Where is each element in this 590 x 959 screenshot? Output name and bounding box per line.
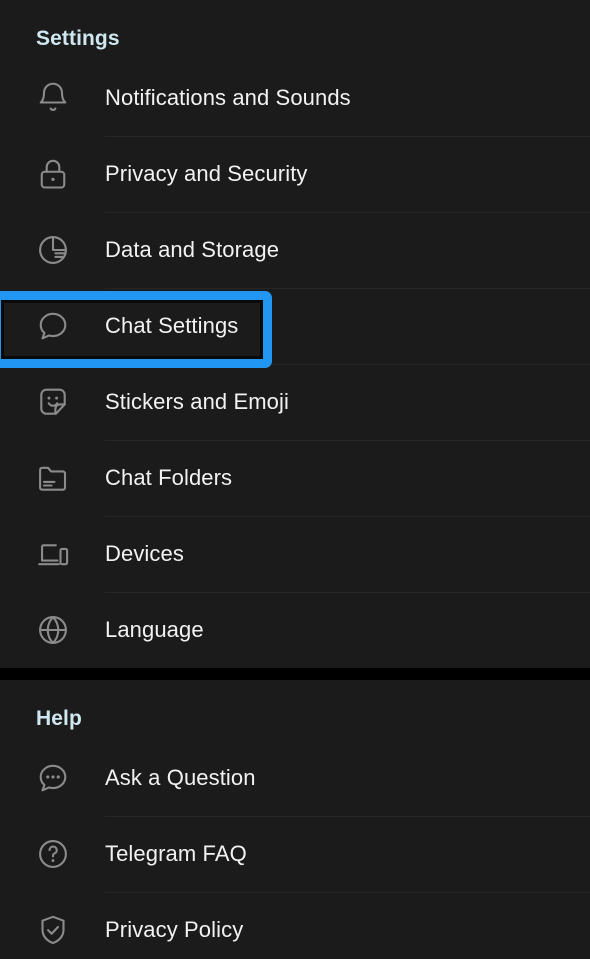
help-item-privacy-policy[interactable]: Privacy Policy <box>0 892 590 959</box>
settings-item-chat-settings[interactable]: Chat Settings <box>0 288 590 364</box>
row-divider <box>105 212 590 213</box>
settings-section: Settings Notifications and Sounds Privac… <box>0 0 590 668</box>
settings-item-devices[interactable]: Devices <box>0 516 590 592</box>
row-divider <box>105 516 590 517</box>
settings-item-notifications-and-sounds[interactable]: Notifications and Sounds <box>0 60 590 136</box>
settings-item-label: Language <box>105 617 204 642</box>
help-item-ask-a-question[interactable]: Ask a Question <box>0 740 590 816</box>
help-item-label: Ask a Question <box>105 765 256 790</box>
section-header-label: Settings <box>36 27 120 50</box>
help-item-telegram-faq[interactable]: Telegram FAQ <box>0 816 590 892</box>
pie-chart-icon <box>0 232 105 268</box>
row-divider <box>105 364 590 365</box>
top-spacer <box>0 0 590 18</box>
globe-icon <box>0 612 105 648</box>
row-divider <box>105 816 590 817</box>
settings-item-data-and-storage[interactable]: Data and Storage <box>0 212 590 288</box>
settings-item-stickers-and-emoji[interactable]: Stickers and Emoji <box>0 364 590 440</box>
shield-check-icon <box>0 912 105 948</box>
devices-icon <box>0 536 105 572</box>
chat-bubble-icon <box>0 308 105 344</box>
settings-item-language[interactable]: Language <box>0 592 590 668</box>
folder-icon <box>0 460 105 496</box>
settings-item-label: Data and Storage <box>105 237 280 262</box>
row-divider <box>105 136 590 137</box>
settings-item-privacy-and-security[interactable]: Privacy and Security <box>0 136 590 212</box>
settings-section-header: Settings <box>0 18 590 60</box>
settings-screen: Settings Notifications and Sounds Privac… <box>0 0 590 959</box>
help-section: Help Ask a Question Telegram FAQ Privacy… <box>0 680 590 959</box>
help-item-label: Telegram FAQ <box>105 841 247 866</box>
bell-icon <box>0 80 105 116</box>
settings-item-label: Devices <box>105 541 184 566</box>
sticker-smiley-icon <box>0 384 105 420</box>
row-divider <box>105 592 590 593</box>
settings-item-label: Stickers and Emoji <box>105 389 289 414</box>
chat-dots-icon <box>0 760 105 796</box>
settings-item-label: Chat Folders <box>105 465 233 490</box>
settings-item-label: Chat Settings <box>105 313 239 338</box>
help-section-header: Help <box>0 698 590 740</box>
row-divider <box>105 892 590 893</box>
help-item-label: Privacy Policy <box>105 917 244 942</box>
settings-item-label: Notifications and Sounds <box>105 85 351 110</box>
row-divider <box>105 440 590 441</box>
settings-item-chat-folders[interactable]: Chat Folders <box>0 440 590 516</box>
row-divider <box>105 288 590 289</box>
section-separator <box>0 668 590 680</box>
section-header-label: Help <box>36 707 82 730</box>
settings-item-label: Privacy and Security <box>105 161 308 186</box>
question-circle-icon <box>0 836 105 872</box>
help-top-spacer <box>0 680 590 698</box>
lock-icon <box>0 156 105 192</box>
